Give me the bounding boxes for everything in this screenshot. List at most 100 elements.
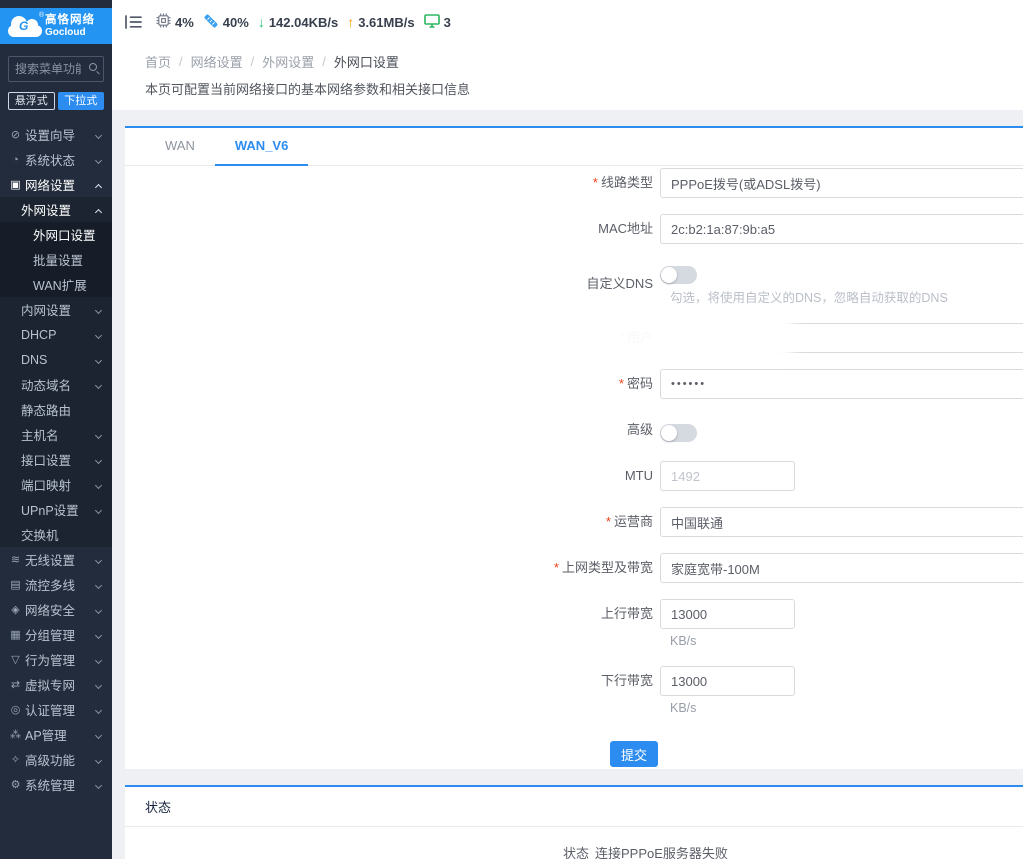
wizard-icon: ⊘ [8, 128, 23, 141]
field-label: 高级 [125, 415, 660, 445]
chevron-down-icon [95, 657, 102, 664]
stat-monitor: 3 [424, 14, 451, 31]
field-label-text: MAC地址 [598, 221, 653, 236]
collapse-sidebar-icon[interactable] [125, 15, 142, 29]
sidebar-item[interactable]: ⚙系统管理 [0, 772, 112, 797]
chevron-down-icon [95, 332, 102, 339]
field-label: 自定义DNS [125, 269, 660, 299]
mac-address-input[interactable] [660, 214, 1023, 244]
sidebar-item[interactable]: 主机名 [0, 422, 112, 447]
status-label: 状态 [125, 843, 595, 859]
sidebar-item[interactable]: 内网设置 [0, 297, 112, 322]
sidebar-item-label: 动态域名 [21, 375, 71, 394]
line-type-input[interactable] [660, 168, 1023, 198]
sidebar-item[interactable]: ▤流控多线 [0, 572, 112, 597]
sidebar-item-label: 行为管理 [25, 650, 75, 669]
sidebar-item[interactable]: ◈网络安全 [0, 597, 112, 622]
field-label: 上行带宽 [125, 599, 660, 650]
sidebar-item[interactable]: 批量设置 [0, 247, 112, 272]
form-row: 上行带宽KB/s [125, 599, 1023, 650]
sidebar-item[interactable]: 交换机 [0, 522, 112, 547]
sidebar-item-label: DHCP [21, 328, 56, 342]
breadcrumb: 首页/网络设置/外网设置/外网口设置 [145, 52, 1023, 71]
chevron-down-icon [95, 782, 102, 789]
sidebar-item[interactable]: ≋无线设置 [0, 547, 112, 572]
plan-bandwidth-input[interactable] [660, 553, 1023, 583]
field-hint: 勾选，将使用自定义的DNS，忽略自动获取的DNS [660, 290, 948, 307]
chevron-down-icon [95, 132, 102, 139]
chevron-down-icon [95, 482, 102, 489]
sidebar-item[interactable]: ⁂AP管理 [0, 722, 112, 747]
breadcrumb-item[interactable]: 网络设置 [191, 52, 243, 71]
sidebar-item-label: 系统管理 [25, 775, 75, 794]
sidebar-item[interactable]: ▽行为管理 [0, 647, 112, 672]
mtu-input[interactable] [660, 461, 795, 491]
sidebar-item[interactable]: ⇄虚拟专网 [0, 672, 112, 697]
menu-mode-switch: 悬浮式下拉式 [8, 92, 104, 110]
stat-value: 3 [444, 15, 451, 30]
field-label-text: 上网类型及带宽 [562, 560, 653, 575]
upload-arrow-icon: ↑ [347, 14, 354, 30]
wan-tabs: WANWAN_V6 [125, 128, 1023, 166]
sidebar-item[interactable]: WAN扩展 [0, 272, 112, 297]
breadcrumb-item: 外网口设置 [334, 52, 399, 71]
sidebar-item[interactable]: DHCP [0, 322, 112, 347]
redaction-blur [593, 316, 788, 356]
sidebar-item[interactable]: 接口设置 [0, 447, 112, 472]
sidebar-item[interactable]: DNS [0, 347, 112, 372]
wireless-icon: ≋ [8, 553, 23, 566]
field-label-text: 运营商 [614, 514, 653, 529]
download-arrow-icon: ↓ [258, 14, 265, 30]
sidebar-item[interactable]: 端口映射 [0, 472, 112, 497]
form-row: 自定义DNS勾选，将使用自定义的DNS，忽略自动获取的DNS [125, 260, 1023, 307]
system-status-icon: ◔ [8, 154, 23, 166]
sidebar-item-label: 静态路由 [21, 400, 71, 419]
sidebar-item-label: 流控多线 [25, 575, 75, 594]
sidebar-item[interactable]: UPnP设置 [0, 497, 112, 522]
field-label: MTU [125, 461, 660, 491]
tab-wan[interactable]: WAN [145, 128, 215, 166]
sidebar-item[interactable]: ⊘设置向导 [0, 122, 112, 147]
vpn-icon: ⇄ [8, 678, 23, 691]
search-icon [89, 63, 97, 71]
submit-button[interactable]: 提交 [610, 741, 658, 767]
stat-download-arrow: ↓142.04KB/s [258, 14, 338, 30]
chevron-down-icon [95, 432, 102, 439]
auth-management-icon: ◎ [8, 703, 23, 716]
menu-mode-button[interactable]: 悬浮式 [8, 92, 55, 110]
custom-dns-toggle[interactable] [660, 266, 697, 284]
sidebar-item[interactable]: ◔系统状态 [0, 147, 112, 172]
sidebar-item[interactable]: 静态路由 [0, 397, 112, 422]
download-bandwidth-input[interactable] [660, 666, 795, 696]
sidebar-item[interactable]: ✧高级功能 [0, 747, 112, 772]
sidebar-item[interactable]: ▣网络设置 [0, 172, 112, 197]
advanced-toggle[interactable] [660, 424, 697, 442]
chevron-down-icon [95, 357, 102, 364]
system-stats: 4%40%↓142.04KB/s↑3.61MB/s3 [156, 13, 451, 32]
sidebar-item[interactable]: 外网口设置 [0, 222, 112, 247]
breadcrumb-item[interactable]: 首页 [145, 52, 171, 71]
sidebar: G® 高恪网络 Gocloud 悬浮式下拉式 ⊘设置向导◔系统状态▣网络设置外网… [0, 0, 112, 859]
isp-input[interactable] [660, 507, 1023, 537]
field-label-text: 上行带宽 [601, 606, 653, 621]
menu-mode-button[interactable]: 下拉式 [58, 92, 105, 110]
sidebar-item-label: 高级功能 [25, 750, 75, 769]
sidebar-item[interactable]: 外网设置 [0, 197, 112, 222]
sidebar-item[interactable]: ▦分组管理 [0, 622, 112, 647]
form-row: 下行带宽KB/s [125, 666, 1023, 717]
password-input[interactable] [660, 369, 1023, 399]
sidebar-item[interactable]: ◎认证管理 [0, 697, 112, 722]
sidebar-item-label: 分组管理 [25, 625, 75, 644]
upload-bandwidth-input[interactable] [660, 599, 795, 629]
behavior-management-icon: ▽ [8, 653, 23, 666]
sidebar-item[interactable]: 动态域名 [0, 372, 112, 397]
chevron-down-icon [95, 632, 102, 639]
stat-upload-arrow: ↑3.61MB/s [347, 14, 414, 30]
tab-wan_v6[interactable]: WAN_V6 [215, 128, 308, 166]
chevron-down-icon [95, 757, 102, 764]
form-row: *用户 [125, 323, 1023, 353]
wan-settings-card: WANWAN_V6 *线路类型MAC地址自定义DNS勾选，将使用自定义的DNS，… [125, 126, 1023, 769]
field-unit: KB/s [660, 700, 795, 717]
breadcrumb-item[interactable]: 外网设置 [262, 52, 314, 71]
form-row: *密码 [125, 369, 1023, 399]
